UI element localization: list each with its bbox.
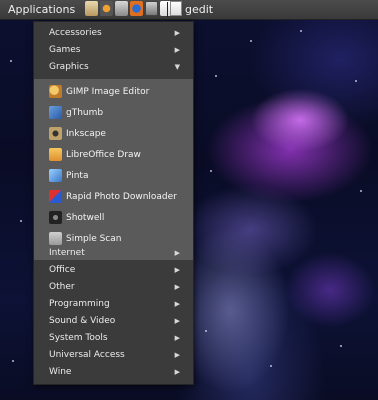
graphics-submenu: GIMP Image Editor gThumb Inkscape LibreO… [34, 79, 193, 260]
star [300, 30, 302, 32]
menu-item-other[interactable]: Other ▶ [34, 279, 193, 296]
inkscape-icon [49, 127, 62, 140]
gimp-launcher-icon[interactable] [85, 1, 98, 16]
chevron-right-icon: ▶ [174, 266, 180, 274]
menu-item-internet[interactable]: Internet ▶ [34, 245, 193, 262]
chevron-right-icon: ▶ [174, 249, 180, 257]
menu-item-label: gThumb [66, 108, 104, 118]
pinta-icon [49, 169, 62, 182]
menu-item-label: Shotwell [66, 213, 105, 223]
menu-item-label: Internet [49, 248, 85, 258]
menu-item-label: Sound & Video [49, 316, 116, 326]
applications-menu: Accessories ▶ Games ▶ Graphics ▼ GIMP Im… [33, 21, 194, 385]
star [270, 365, 272, 367]
gedit-window-icon[interactable] [170, 1, 182, 16]
menu-item-system-tools[interactable]: System Tools ▶ [34, 330, 193, 347]
menu-item-label: Programming [49, 299, 110, 309]
menu-item-pinta[interactable]: Pinta [34, 166, 193, 187]
menu-item-label: GIMP Image Editor [66, 87, 150, 97]
chevron-right-icon: ▶ [174, 283, 180, 291]
menu-item-office[interactable]: Office ▶ [34, 262, 193, 279]
star [20, 220, 22, 222]
shotwell-icon [49, 211, 62, 224]
menu-item-wine[interactable]: Wine ▶ [34, 364, 193, 381]
menu-item-programming[interactable]: Programming ▶ [34, 296, 193, 313]
star [355, 80, 357, 82]
chevron-right-icon: ▶ [174, 368, 180, 376]
menu-item-shotwell[interactable]: Shotwell [34, 208, 193, 229]
star [215, 75, 217, 77]
panel-separator [167, 2, 168, 17]
chevron-right-icon: ▶ [174, 29, 180, 37]
menu-item-gimp-image-editor[interactable]: GIMP Image Editor [34, 82, 193, 103]
menu-item-games[interactable]: Games ▶ [34, 42, 193, 59]
menu-item-label: Games [49, 45, 81, 55]
menu-item-accessories[interactable]: Accessories ▶ [34, 25, 193, 42]
menu-item-label: Wine [49, 367, 72, 377]
star [250, 40, 252, 42]
rapid-photo-downloader-icon [49, 190, 62, 203]
firefox-icon[interactable] [130, 1, 143, 16]
menu-item-label: Office [49, 265, 76, 275]
star [205, 330, 207, 332]
gimp-icon [49, 85, 62, 98]
star [12, 360, 14, 362]
menu-item-label: Rapid Photo Downloader [66, 192, 177, 202]
menu-item-graphics[interactable]: Graphics ▼ [34, 59, 193, 76]
chevron-right-icon: ▶ [174, 317, 180, 325]
gthumb-icon [49, 106, 62, 119]
terminal-icon[interactable] [145, 1, 158, 16]
star [10, 60, 12, 62]
menu-item-label: Pinta [66, 171, 89, 181]
top-panel: Applications gedit [0, 0, 378, 20]
menu-item-label: System Tools [49, 333, 108, 343]
star [210, 170, 212, 172]
chevron-right-icon: ▶ [174, 334, 180, 342]
menu-item-label: Accessories [49, 28, 102, 38]
star [360, 190, 362, 192]
applications-menu-button[interactable]: Applications [5, 1, 78, 19]
menu-item-label: Universal Access [49, 350, 125, 360]
star [340, 345, 342, 347]
menu-item-gthumb[interactable]: gThumb [34, 103, 193, 124]
simple-scan-icon [49, 232, 62, 245]
chevron-right-icon: ▶ [174, 351, 180, 359]
menu-item-label: Other [49, 282, 75, 292]
menu-item-libreoffice-draw[interactable]: LibreOffice Draw [34, 145, 193, 166]
files-icon[interactable] [115, 1, 128, 16]
menu-item-inkscape[interactable]: Inkscape [34, 124, 193, 145]
menu-item-universal-access[interactable]: Universal Access ▶ [34, 347, 193, 364]
chevron-down-icon: ▼ [174, 63, 180, 71]
menu-item-sound-video[interactable]: Sound & Video ▶ [34, 313, 193, 330]
chevron-right-icon: ▶ [174, 46, 180, 54]
gedit-window-button[interactable]: gedit [185, 1, 213, 19]
system-monitor-icon[interactable] [100, 1, 113, 16]
menu-item-label: LibreOffice Draw [66, 150, 141, 160]
menu-item-label: Graphics [49, 62, 89, 72]
chevron-right-icon: ▶ [174, 300, 180, 308]
menu-item-label: Inkscape [66, 129, 106, 139]
libreoffice-draw-icon [49, 148, 62, 161]
menu-item-rapid-photo-downloader[interactable]: Rapid Photo Downloader [34, 187, 193, 208]
